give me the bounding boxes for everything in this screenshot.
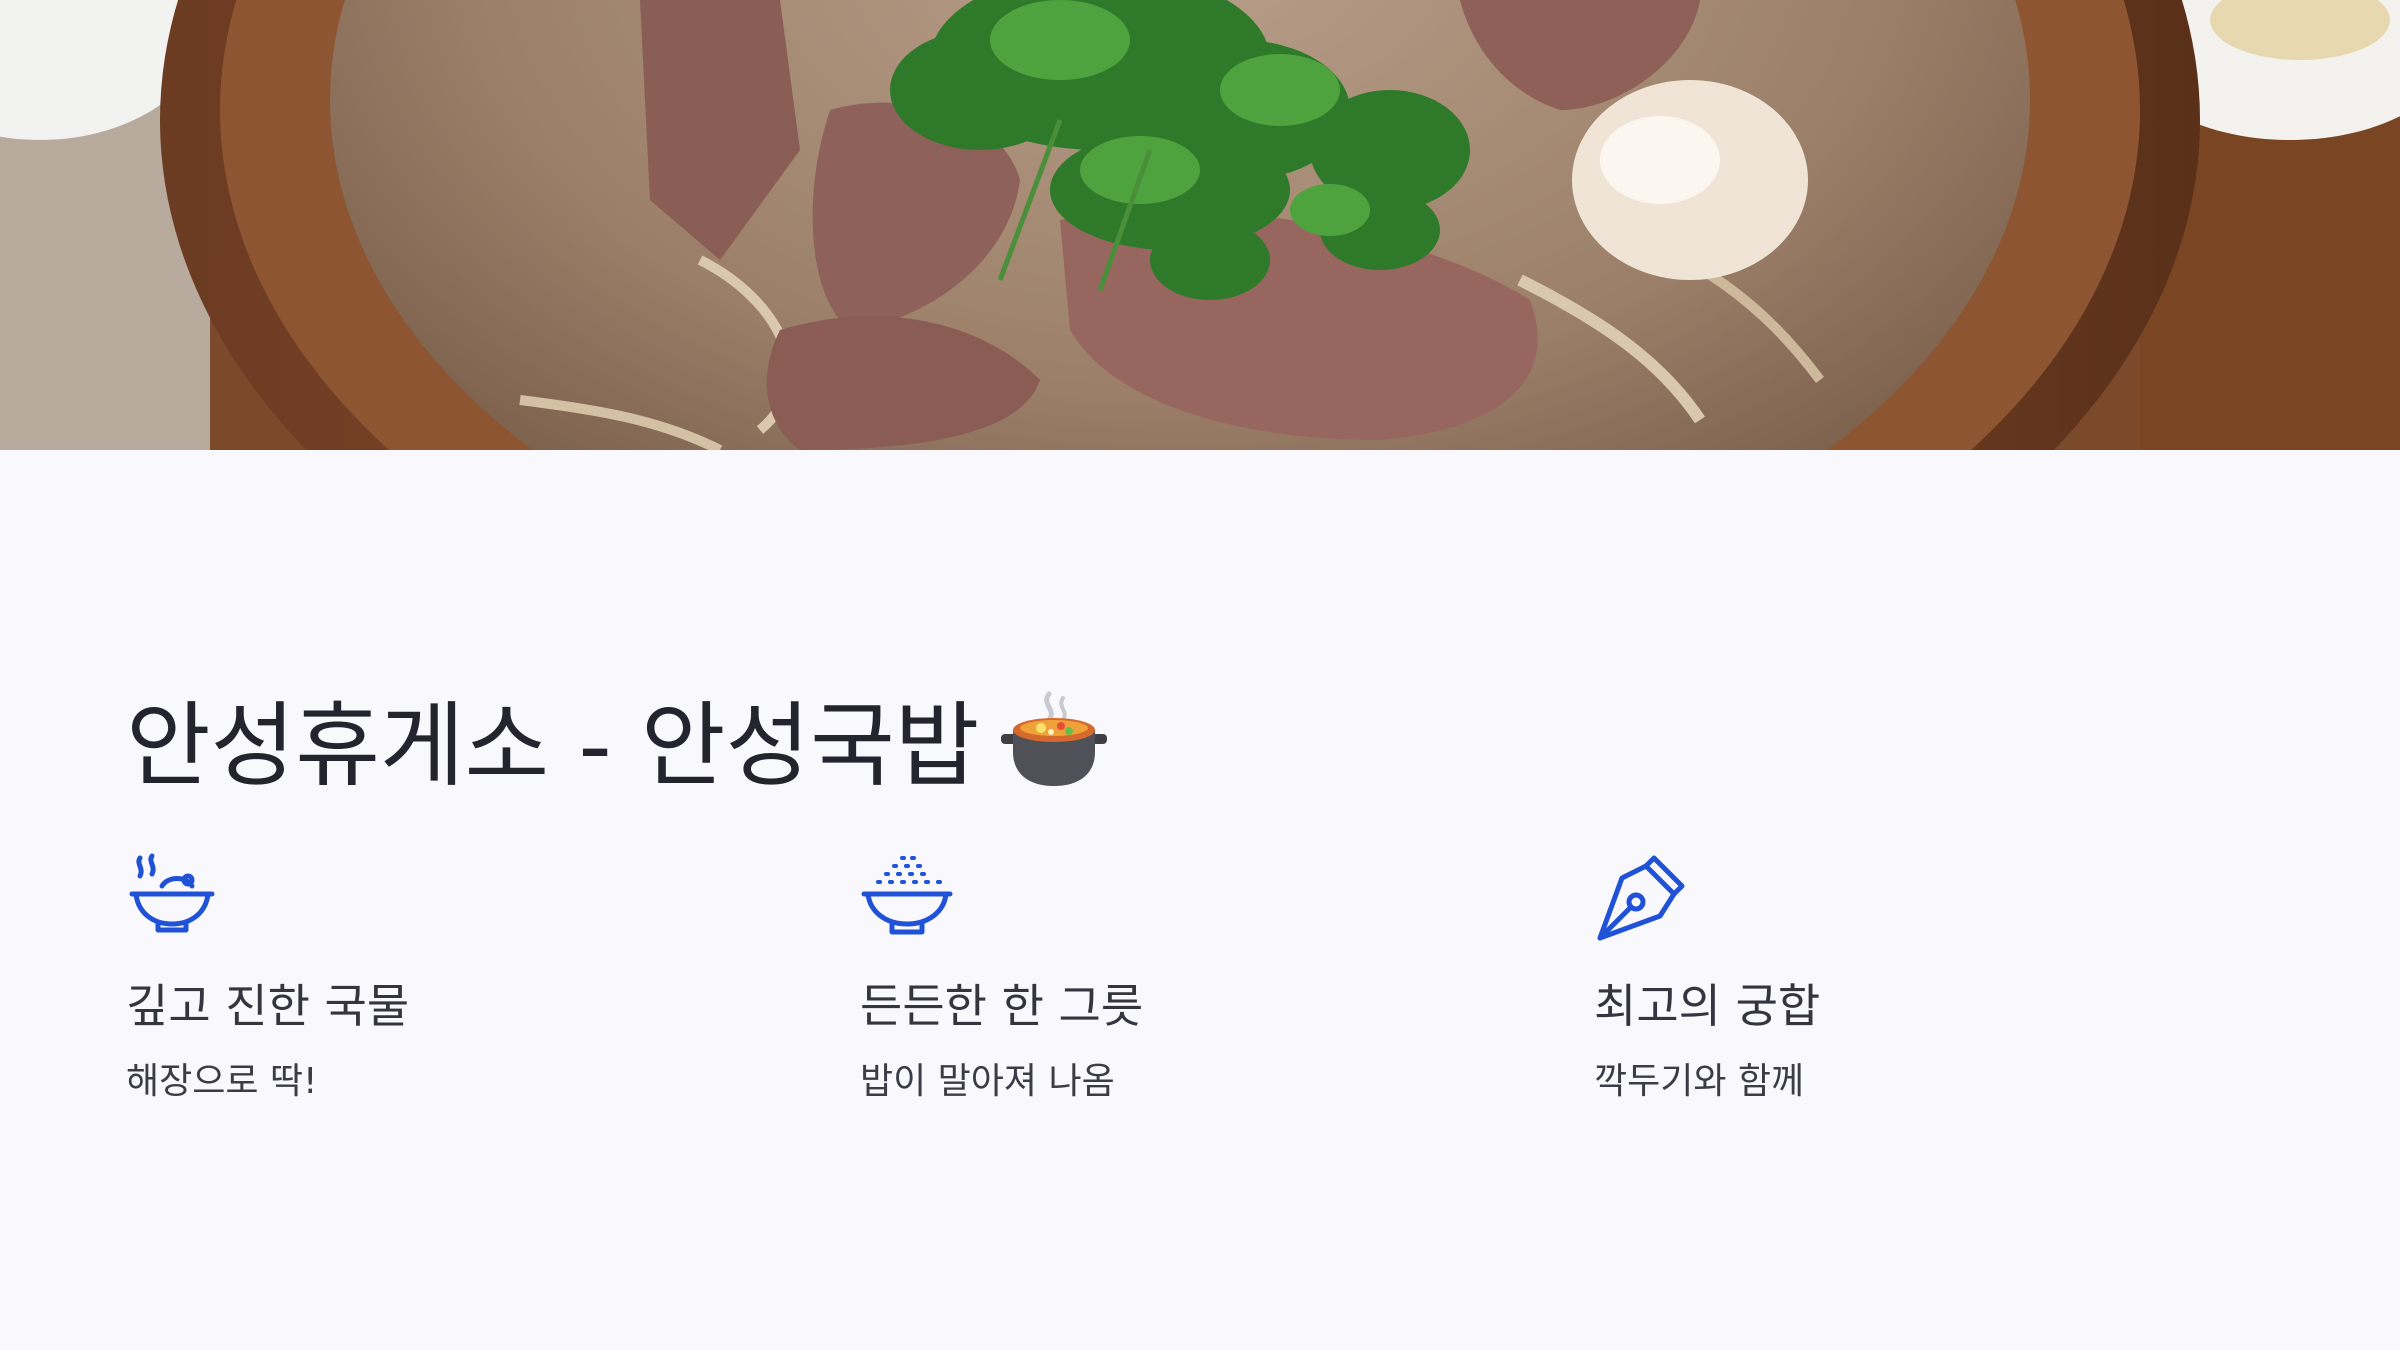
feature-title: 든든한 한 그릇 xyxy=(860,979,1144,1033)
feature-description: 밥이 말아져 나옴 xyxy=(860,1061,1115,1102)
hero-image xyxy=(0,0,2400,450)
feature-card-pairing: 최고의 궁합 깍두기와 함께 xyxy=(1594,850,2194,1102)
feature-card-broth: 깊고 진한 국물 해장으로 딱! xyxy=(126,850,726,1102)
page-title: 안성휴게소 - 안성국밥 xyxy=(126,690,1109,814)
stew-pot-icon xyxy=(999,690,1109,814)
feature-description: 해장으로 딱! xyxy=(126,1061,318,1102)
feature-description: 깍두기와 함께 xyxy=(1594,1061,1805,1102)
feature-card-hearty: 든든한 한 그릇 밥이 말아져 나옴 xyxy=(860,850,1460,1102)
pen-nib-icon xyxy=(1594,850,1690,946)
feature-title: 최고의 궁합 xyxy=(1594,979,1821,1033)
feature-title: 깊고 진한 국물 xyxy=(126,979,410,1033)
rice-bowl-icon xyxy=(860,850,956,946)
page-title-text: 안성휴게소 - 안성국밥 xyxy=(126,692,980,800)
beef-soup-photo xyxy=(0,0,2400,450)
steaming-bowl-icon xyxy=(126,850,222,946)
